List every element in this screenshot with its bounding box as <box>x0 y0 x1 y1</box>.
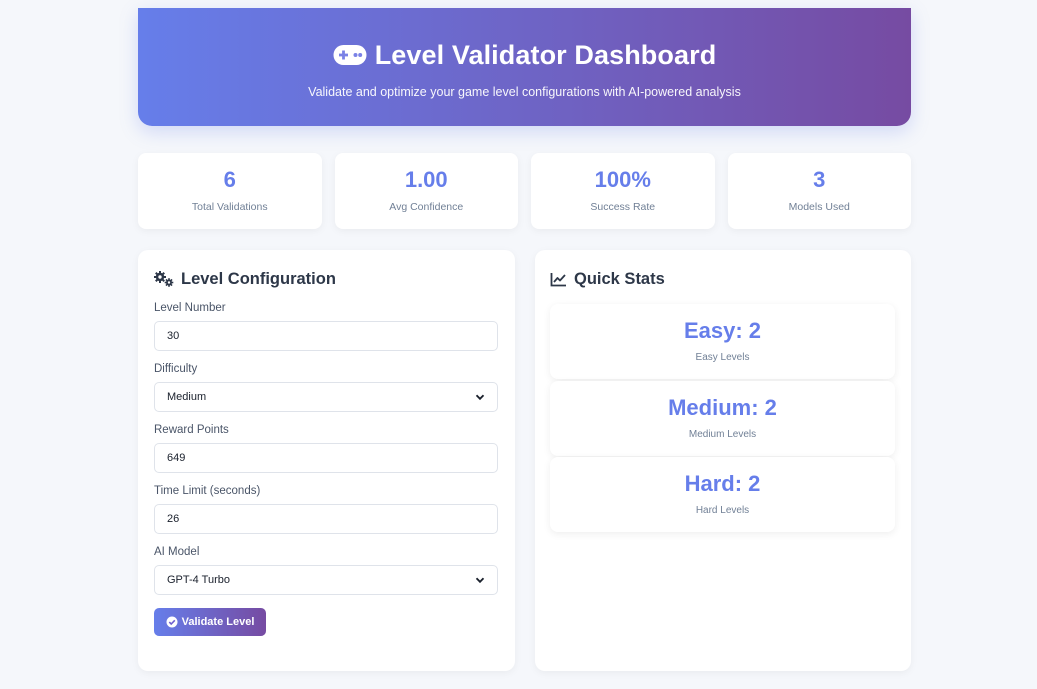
panel-title-text: Level Configuration <box>181 269 336 288</box>
check-circle-icon <box>166 616 178 628</box>
reward-points-input[interactable]: 649 <box>154 443 498 473</box>
stat-card-success-rate: 100% Success Rate <box>531 153 715 229</box>
chevron-down-icon <box>475 577 485 584</box>
ai-model-select[interactable]: GPT-4 Turbo <box>154 565 498 595</box>
quick-stat-easy: Easy: 2 Easy Levels <box>550 304 895 379</box>
panel-title: Level Configuration <box>154 268 498 290</box>
field-label: AI Model <box>154 546 200 558</box>
stat-label: Models Used <box>788 201 850 213</box>
quick-stat-value: Easy: 2 <box>683 318 762 343</box>
validate-level-button[interactable]: Validate Level <box>154 608 266 636</box>
page-title-text: Level Validator Dashboard <box>374 39 717 70</box>
hero-banner: Level Validator Dashboard Validate and o… <box>138 8 911 126</box>
quick-stat-label: Easy Levels <box>695 352 750 363</box>
page-subtitle: Validate and optimize your game level co… <box>308 84 741 99</box>
panels: Level Configuration Level Number 30 Diff… <box>138 250 911 671</box>
stat-value: 3 <box>813 167 826 192</box>
dashboard: Level Validator Dashboard Validate and o… <box>138 8 911 671</box>
difficulty-select[interactable]: Medium <box>154 382 498 412</box>
quick-stat-value: Medium: 2 <box>668 394 777 420</box>
input-value: 26 <box>167 513 180 525</box>
quick-stats-list: Easy: 2 Easy Levels Medium: 2 Medium Lev… <box>550 304 896 532</box>
stat-value: 100% <box>594 167 651 192</box>
quick-stat-label: Medium Levels <box>688 428 757 440</box>
time-limit-field: Time Limit (seconds) 26 <box>154 485 498 534</box>
chevron-down-icon <box>475 394 485 401</box>
stat-label: Avg Confidence <box>389 201 464 213</box>
stat-card-models-used: 3 Models Used <box>727 153 911 229</box>
field-label: Difficulty <box>154 363 198 375</box>
gears-icon <box>154 271 174 287</box>
gamepad-icon <box>333 45 367 65</box>
quick-stats-panel: Quick Stats Easy: 2 Easy Levels Medium: … <box>535 250 911 671</box>
select-value: Medium <box>167 391 207 403</box>
field-label: Time Limit (seconds) <box>154 485 261 497</box>
stat-label: Success Rate <box>590 201 656 213</box>
button-label: Validate Level <box>181 616 255 628</box>
level-number-input[interactable]: 30 <box>154 321 498 351</box>
quick-stat-medium: Medium: 2 Medium Levels <box>550 380 895 456</box>
stats-row: 6 Total Validations 1.00 Avg Confidence … <box>138 153 911 229</box>
quick-stat-value: Hard: 2 <box>684 471 761 496</box>
page-title: Level Validator Dashboard <box>333 40 717 71</box>
field-label: Reward Points <box>154 424 229 436</box>
level-number-field: Level Number 30 <box>154 302 498 351</box>
panel-title-text: Quick Stats <box>574 269 665 288</box>
level-configuration-panel: Level Configuration Level Number 30 Diff… <box>138 250 515 671</box>
stat-value: 6 <box>223 167 236 192</box>
panel-title: Quick Stats <box>550 268 896 290</box>
reward-points-field: Reward Points 649 <box>154 424 498 473</box>
input-value: 649 <box>167 452 186 464</box>
select-value: GPT-4 Turbo <box>167 574 230 586</box>
line-chart-icon <box>550 272 566 286</box>
input-value: 30 <box>167 330 180 342</box>
field-label: Level Number <box>154 302 226 314</box>
quick-stat-hard: Hard: 2 Hard Levels <box>550 457 895 532</box>
stat-label: Total Validations <box>191 201 268 213</box>
ai-model-field: AI Model GPT-4 Turbo <box>154 546 498 595</box>
quick-stat-label: Hard Levels <box>695 505 750 516</box>
difficulty-field: Difficulty Medium <box>154 363 498 412</box>
time-limit-input[interactable]: 26 <box>154 504 498 534</box>
stat-card-avg-confidence: 1.00 Avg Confidence <box>334 153 518 229</box>
stat-value: 1.00 <box>404 167 448 192</box>
stat-card-total-validations: 6 Total Validations <box>138 153 322 229</box>
